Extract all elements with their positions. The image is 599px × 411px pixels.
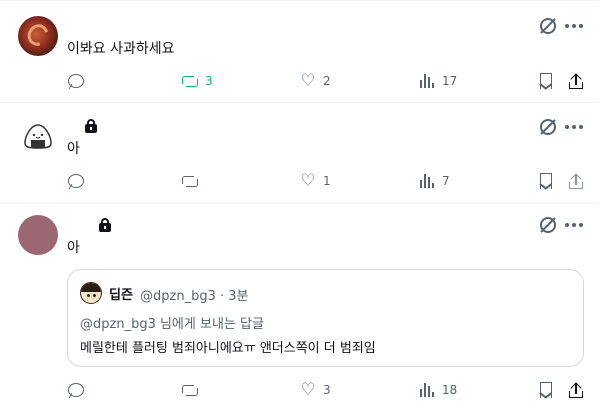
bookmark-icon xyxy=(537,172,555,190)
reply-button[interactable] xyxy=(67,71,91,91)
views-button[interactable]: 18 xyxy=(418,380,457,400)
share-button[interactable] xyxy=(567,380,591,400)
retweet-button[interactable] xyxy=(181,171,205,191)
post-1[interactable]: 이봐요 사과하세요 3 ♡ 2 17 xyxy=(0,0,599,103)
retweet-icon xyxy=(181,72,199,90)
quoted-display-name[interactable]: 딥즌 xyxy=(109,284,133,303)
view-count: 17 xyxy=(442,74,458,88)
view-count: 7 xyxy=(442,174,450,188)
analytics-icon xyxy=(418,172,436,190)
analytics-icon xyxy=(418,381,436,399)
like-button[interactable]: ♡ 3 xyxy=(299,380,331,400)
views-button[interactable]: 7 xyxy=(418,171,450,191)
lock-icon xyxy=(98,218,112,232)
grok-icon[interactable] xyxy=(539,118,557,136)
retweet-icon xyxy=(181,381,199,399)
like-count: 2 xyxy=(323,74,331,88)
grok-icon[interactable] xyxy=(539,17,557,35)
retweet-button[interactable]: 3 xyxy=(181,71,213,91)
retweet-button[interactable] xyxy=(181,380,205,400)
bookmark-icon xyxy=(537,72,555,90)
retweet-count: 3 xyxy=(205,74,213,88)
retweet-icon xyxy=(181,172,199,190)
avatar[interactable] xyxy=(18,215,58,255)
quoted-handle-time[interactable]: @dpzn_bg3 · 3분 xyxy=(140,285,248,304)
post-text: 아 xyxy=(67,240,80,256)
quoted-text: 메릴한테 플러팅 범죄아니에요ㅠ 앤더스쪽이 더 범죄임 xyxy=(80,341,376,356)
quoted-post[interactable]: 딥즌 @dpzn_bg3 · 3분 @dpzn_bg3 님에게 보내는 답글 메… xyxy=(67,269,584,367)
reply-button[interactable] xyxy=(67,171,91,191)
views-button[interactable]: 17 xyxy=(418,71,457,91)
like-button[interactable]: ♡ 2 xyxy=(299,71,331,91)
quoted-reply-to[interactable]: @dpzn_bg3 님에게 보내는 답글 xyxy=(80,313,264,332)
lock-icon xyxy=(84,119,98,133)
more-options-icon[interactable] xyxy=(565,216,583,234)
bookmark-button[interactable] xyxy=(537,380,561,400)
reply-icon xyxy=(67,72,85,90)
like-count: 1 xyxy=(323,174,331,188)
avatar[interactable] xyxy=(18,16,58,56)
reply-icon xyxy=(67,172,85,190)
bookmark-icon xyxy=(537,381,555,399)
post-text: 이봐요 사과하세요 xyxy=(67,41,175,57)
share-icon xyxy=(567,381,585,399)
like-count: 3 xyxy=(323,383,331,397)
share-button[interactable] xyxy=(567,171,591,191)
action-bar: ♡ 3 18 xyxy=(67,380,587,400)
post-3[interactable]: 아 딥즌 @dpzn_bg3 · 3분 @dpzn_bg3 님에게 보내는 답글… xyxy=(0,204,599,411)
like-button[interactable]: ♡ 1 xyxy=(299,171,331,191)
more-options-icon[interactable] xyxy=(565,118,583,136)
post-text: 아 xyxy=(67,141,80,157)
heart-icon: ♡ xyxy=(300,380,316,400)
heart-icon: ♡ xyxy=(300,71,316,91)
reply-icon xyxy=(67,381,85,399)
grok-icon[interactable] xyxy=(539,216,557,234)
share-button[interactable] xyxy=(567,71,591,91)
bookmark-button[interactable] xyxy=(537,71,561,91)
action-bar: ♡ 1 7 xyxy=(67,171,587,191)
view-count: 18 xyxy=(442,383,458,397)
post-2[interactable]: 아 ♡ 1 7 xyxy=(0,103,599,204)
share-icon xyxy=(567,172,585,190)
analytics-icon xyxy=(418,72,436,90)
share-icon xyxy=(567,72,585,90)
avatar[interactable] xyxy=(18,116,58,156)
reply-button[interactable] xyxy=(67,380,91,400)
more-options-icon[interactable] xyxy=(565,17,583,35)
bookmark-button[interactable] xyxy=(537,171,561,191)
action-bar: 3 ♡ 2 17 xyxy=(67,71,587,91)
quoted-avatar[interactable] xyxy=(80,282,102,304)
heart-icon: ♡ xyxy=(300,171,316,191)
